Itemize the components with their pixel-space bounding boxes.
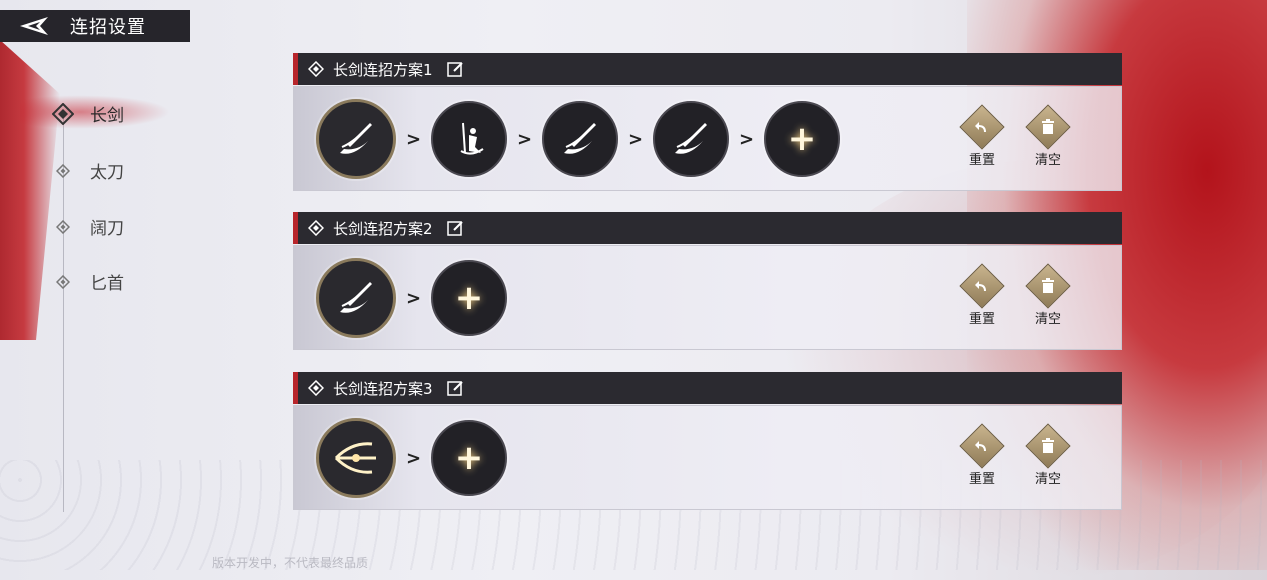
nav-item-long-sword[interactable]: 长剑 <box>52 101 124 126</box>
triple-slash-icon <box>334 442 376 474</box>
reset-button[interactable]: 重置 <box>949 263 1015 327</box>
reset-icon <box>959 263 1005 309</box>
sword-slash-icon <box>340 123 372 154</box>
sword-slash-icon <box>675 123 707 154</box>
combo-slots: > + <box>316 418 507 498</box>
nav-item-tachi[interactable]: 太刀 <box>52 158 124 183</box>
edit-icon[interactable] <box>447 219 465 237</box>
scheme-header: 长剑连招方案1 <box>293 53 1122 85</box>
add-combo-slot-button[interactable]: + <box>431 420 507 496</box>
combo-slot[interactable] <box>653 101 729 177</box>
reset-icon <box>959 104 1005 150</box>
sword-slash-icon <box>564 123 596 154</box>
background-red-brush <box>0 40 60 340</box>
clear-label: 清空 <box>1034 472 1061 487</box>
diamond-icon <box>52 160 74 182</box>
scheme-title: 长剑连招方案1 <box>333 60 433 79</box>
chevron-right-icon: > <box>405 447 422 469</box>
edit-icon[interactable] <box>447 60 465 78</box>
combo-slot[interactable] <box>316 418 396 498</box>
nav-item-label: 长剑 <box>90 106 124 126</box>
dev-notice: 版本开发中，不代表最终品质 <box>212 556 369 570</box>
combo-slot[interactable] <box>542 101 618 177</box>
combo-slot[interactable] <box>431 101 507 177</box>
back-button[interactable] <box>0 10 70 42</box>
trash-icon <box>1025 423 1071 469</box>
scheme-actions: 重置 清空 <box>949 423 1081 487</box>
nav-item-dagger[interactable]: 匕首 <box>52 269 124 294</box>
scheme-title: 长剑连招方案3 <box>333 379 433 398</box>
sword-slash-icon <box>340 282 372 313</box>
combo-slots: > + <box>316 258 507 338</box>
chevron-right-icon: > <box>738 128 755 150</box>
diamond-icon <box>52 216 74 238</box>
reset-label: 重置 <box>968 153 995 168</box>
back-arrow-icon <box>20 17 48 35</box>
plus-icon: + <box>454 438 484 478</box>
scheme-body: > + 重置 清空 <box>293 245 1122 350</box>
scheme-header: 长剑连招方案2 <box>293 212 1122 244</box>
reset-button[interactable]: 重置 <box>949 423 1015 487</box>
add-combo-slot-button[interactable]: + <box>764 101 840 177</box>
clear-button[interactable]: 清空 <box>1015 104 1081 168</box>
nav-item-broadsword[interactable]: 阔刀 <box>52 214 124 239</box>
clear-button[interactable]: 清空 <box>1015 423 1081 487</box>
scheme-body: > > > > + 重置 清空 <box>293 86 1122 191</box>
chevron-right-icon: > <box>405 287 422 309</box>
scheme-diamond-icon <box>307 60 325 78</box>
scheme-diamond-icon <box>307 379 325 397</box>
clear-button[interactable]: 清空 <box>1015 263 1081 327</box>
trash-icon <box>1025 263 1071 309</box>
add-combo-slot-button[interactable]: + <box>431 260 507 336</box>
plus-icon: + <box>454 278 484 318</box>
trash-icon <box>1025 104 1071 150</box>
edit-icon[interactable] <box>447 379 465 397</box>
nav-item-label: 匕首 <box>90 274 124 294</box>
combo-slot[interactable] <box>316 258 396 338</box>
reset-label: 重置 <box>968 312 995 327</box>
combo-scheme-2: 长剑连招方案2 > + 重置 清空 <box>293 212 1122 350</box>
diamond-active-icon <box>52 102 74 125</box>
scheme-actions: 重置 清空 <box>949 104 1081 168</box>
diamond-icon <box>52 271 74 293</box>
scheme-body: > + 重置 清空 <box>293 405 1122 510</box>
page-title: 连招设置 <box>70 17 146 38</box>
combo-slots: > > > > + <box>316 99 840 179</box>
combo-slot[interactable] <box>316 99 396 179</box>
reset-icon <box>959 423 1005 469</box>
chevron-right-icon: > <box>627 128 644 150</box>
clear-label: 清空 <box>1034 312 1061 327</box>
plus-icon: + <box>787 119 817 159</box>
scheme-diamond-icon <box>307 219 325 237</box>
nav-item-label: 太刀 <box>90 163 124 183</box>
clear-label: 清空 <box>1034 153 1061 168</box>
combo-scheme-3: 长剑连招方案3 > + 重置 清空 <box>293 372 1122 510</box>
scheme-actions: 重置 清空 <box>949 263 1081 327</box>
combo-scheme-1: 长剑连招方案1 > > > > + 重置 清空 <box>293 53 1122 191</box>
page-header: 连招设置 <box>0 10 190 42</box>
chevron-right-icon: > <box>516 128 533 150</box>
scheme-title: 长剑连招方案2 <box>333 219 433 238</box>
scheme-header: 长剑连招方案3 <box>293 372 1122 404</box>
figure-strike-icon <box>460 122 484 155</box>
reset-button[interactable]: 重置 <box>949 104 1015 168</box>
chevron-right-icon: > <box>405 128 422 150</box>
reset-label: 重置 <box>968 472 995 487</box>
nav-item-label: 阔刀 <box>90 219 124 239</box>
